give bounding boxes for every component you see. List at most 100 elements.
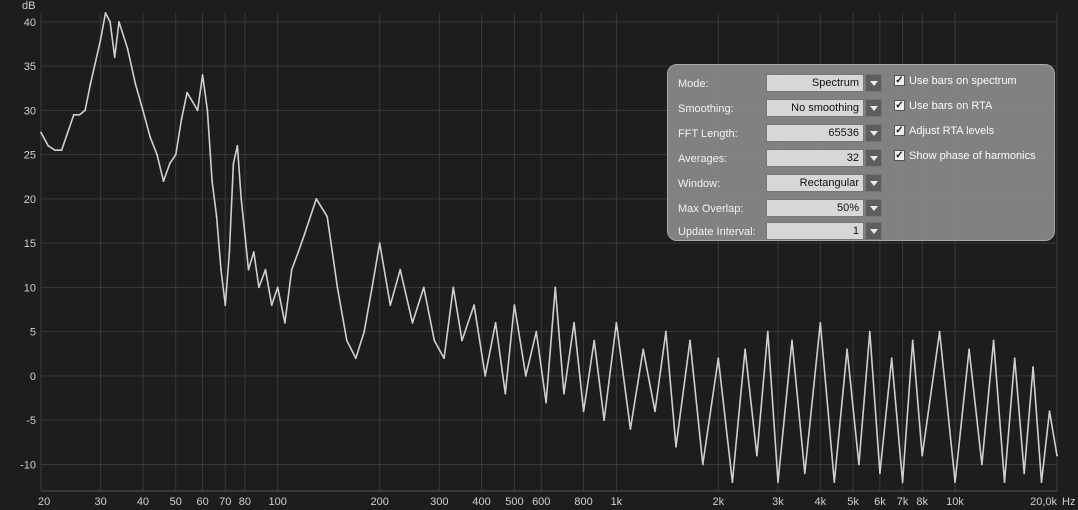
- setting-label: Max Overlap:: [678, 203, 744, 215]
- data-point: [675, 445, 677, 448]
- data-point: [134, 82, 137, 85]
- data-point: [573, 321, 575, 324]
- setting-dropdown[interactable]: 65536: [766, 124, 882, 144]
- x-tick-label: 20: [38, 496, 50, 508]
- x-tick-label: 2k: [713, 496, 725, 508]
- data-point: [494, 321, 497, 324]
- data-point: [744, 348, 747, 351]
- data-point: [868, 330, 871, 333]
- data-point: [563, 392, 565, 395]
- data-point: [911, 339, 914, 342]
- dropdown-value[interactable]: 65536: [766, 124, 864, 142]
- data-point: [642, 348, 645, 351]
- data-point: [40, 131, 42, 134]
- data-point: [954, 481, 956, 484]
- dropdown-value[interactable]: No smoothing: [766, 99, 864, 117]
- data-point: [180, 118, 183, 121]
- checkbox-check-icon[interactable]: ✓: [894, 150, 905, 161]
- data-point: [252, 251, 255, 253]
- data-point: [452, 286, 455, 289]
- data-point: [513, 304, 516, 307]
- data-point: [857, 463, 860, 466]
- data-point: [1040, 481, 1043, 484]
- data-point: [162, 180, 165, 183]
- y-tick-label: 30: [24, 105, 36, 117]
- data-point: [211, 180, 213, 183]
- data-point: [220, 268, 222, 271]
- data-point: [228, 251, 231, 253]
- x-tick-label: 30: [95, 496, 107, 508]
- dropdown-value[interactable]: Spectrum: [766, 74, 864, 92]
- setting-dropdown[interactable]: 1: [766, 222, 882, 242]
- data-point: [1056, 454, 1058, 457]
- data-point: [629, 428, 632, 430]
- dropdown-value[interactable]: Rectangular: [766, 174, 864, 192]
- data-point: [297, 251, 300, 253]
- chevron-down-icon[interactable]: [865, 124, 882, 142]
- data-point: [54, 149, 56, 152]
- dropdown-value[interactable]: 32: [766, 149, 864, 167]
- x-tick-label: 50: [170, 496, 182, 508]
- setting-label: Averages:: [678, 153, 728, 165]
- setting-dropdown[interactable]: 50%: [766, 199, 882, 219]
- data-point: [196, 109, 199, 112]
- data-point: [921, 454, 924, 457]
- checkbox-label: Adjust RTA levels: [909, 125, 995, 137]
- chevron-down-icon[interactable]: [865, 199, 882, 217]
- setting-label: Mode:: [678, 78, 709, 90]
- chevron-down-icon[interactable]: [865, 149, 882, 167]
- data-point: [258, 286, 260, 289]
- data-point: [461, 339, 463, 342]
- setting-dropdown[interactable]: 32: [766, 149, 882, 169]
- data-point: [270, 304, 273, 307]
- x-tick-label: 1k: [611, 496, 623, 508]
- data-point: [60, 149, 63, 152]
- data-point: [1032, 366, 1034, 368]
- data-point: [264, 268, 267, 271]
- data-point: [303, 233, 306, 236]
- dropdown-value[interactable]: 50%: [766, 199, 864, 217]
- data-point: [879, 472, 881, 475]
- setting-dropdown[interactable]: Spectrum: [766, 74, 882, 94]
- x-tick-label: 3k: [772, 496, 784, 508]
- y-tick-label: -10: [20, 459, 36, 471]
- y-axis-label: dB: [22, 0, 35, 12]
- data-point: [240, 197, 243, 200]
- checkbox-check-icon[interactable]: ✓: [894, 100, 905, 111]
- data-point: [156, 153, 158, 156]
- checkbox-label: Use bars on spectrum: [909, 75, 1017, 87]
- x-tick-label: 6k: [874, 496, 886, 508]
- data-point: [72, 113, 75, 116]
- chevron-down-icon[interactable]: [865, 99, 882, 117]
- x-tick-label: 10k: [946, 496, 964, 508]
- x-tick-label: 400: [472, 496, 490, 508]
- data-point: [689, 339, 691, 342]
- data-point: [389, 304, 392, 307]
- setting-label: Window:: [678, 178, 721, 190]
- data-point: [901, 481, 904, 484]
- data-point: [582, 410, 585, 413]
- data-point: [833, 481, 836, 484]
- data-point: [345, 339, 348, 342]
- y-tick-label: 5: [30, 327, 36, 339]
- setting-dropdown[interactable]: No smoothing: [766, 99, 882, 119]
- data-point: [215, 215, 218, 218]
- chevron-down-icon[interactable]: [865, 74, 882, 92]
- data-point: [236, 144, 239, 147]
- setting-label: Smoothing:: [678, 103, 734, 115]
- x-axis-ticks: 20 30 40 50 60 70 80 100 200 300 400 500 600 800 1k 2k 3…: [38, 496, 1057, 508]
- data-point: [109, 20, 112, 23]
- setting-dropdown[interactable]: Rectangular: [766, 174, 882, 194]
- data-point: [118, 20, 120, 23]
- checkbox-check-icon[interactable]: ✓: [894, 125, 905, 136]
- data-point: [326, 215, 329, 218]
- data-point: [99, 38, 102, 41]
- checkbox-check-icon[interactable]: ✓: [894, 75, 905, 86]
- chevron-down-icon[interactable]: [865, 222, 882, 240]
- checkbox-label: Show phase of harmonics: [909, 150, 1036, 162]
- dropdown-value[interactable]: 1: [766, 222, 864, 240]
- chevron-down-icon[interactable]: [865, 174, 882, 192]
- data-point: [371, 286, 374, 289]
- data-point: [473, 304, 475, 307]
- y-tick-label: 20: [24, 194, 36, 206]
